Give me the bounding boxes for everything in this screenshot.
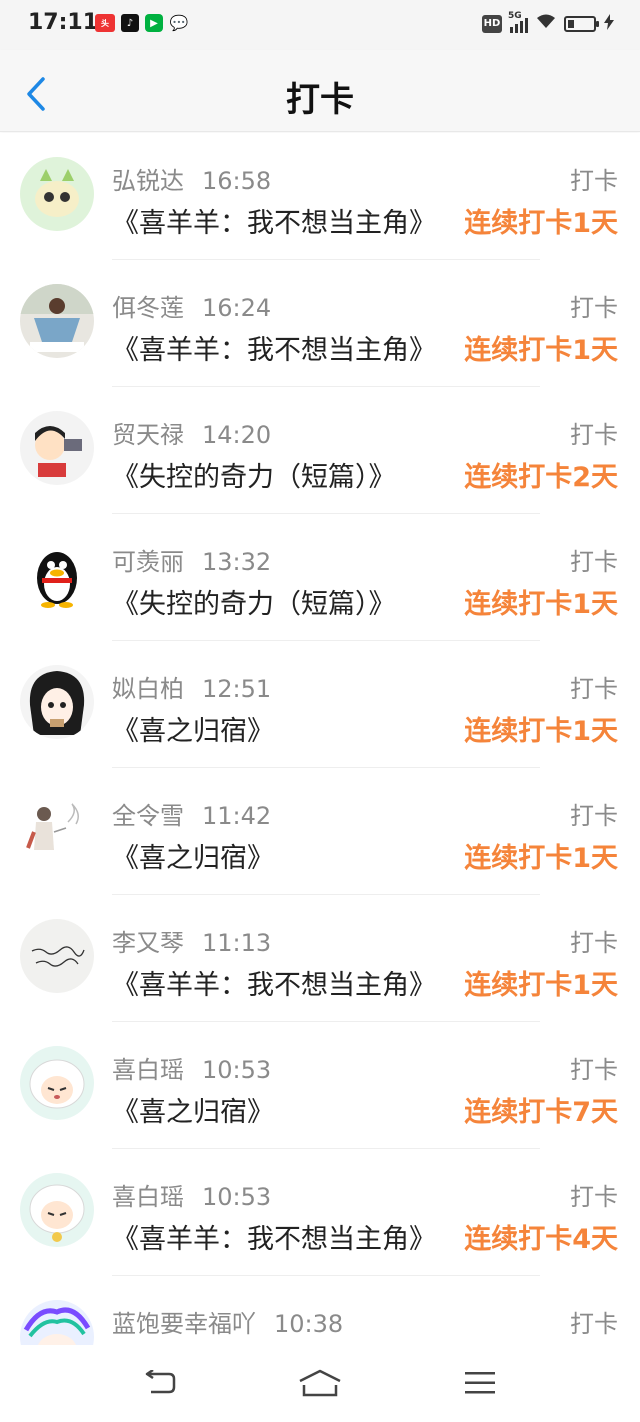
charging-icon	[604, 13, 614, 34]
avatar[interactable]	[20, 284, 94, 358]
wechat-icon: 💬	[169, 14, 189, 32]
feed-item[interactable]: 蓝饱要幸福吖 10:38 打卡	[0, 1276, 640, 1345]
checkin-time: 11:13	[202, 929, 272, 957]
checkin-tag: 打卡	[570, 929, 618, 957]
avatar[interactable]	[20, 411, 94, 485]
checkin-tag: 打卡	[570, 675, 618, 703]
feed-item[interactable]: 可羡丽 13:32 打卡 《失控的奇力（短篇）》 连续打卡1天	[0, 514, 640, 641]
checkin-time: 14:20	[202, 421, 272, 449]
user-name[interactable]: 弘锐达	[112, 167, 184, 195]
status-bar: 17:11 头 ♪ ▶ 💬 HD 5G	[0, 0, 640, 50]
user-name[interactable]: 姒白柏	[112, 675, 184, 703]
feed-item[interactable]: 李又琴 11:13 打卡 《喜羊羊：我不想当主角》 连续打卡1天	[0, 895, 640, 1022]
book-title[interactable]: 《喜之归宿》	[112, 836, 452, 875]
menu-nav-icon	[465, 1372, 495, 1394]
avatar[interactable]	[20, 157, 94, 231]
avatar[interactable]	[20, 919, 94, 993]
streak-label: 连续打卡2天	[464, 462, 618, 493]
checkin-time: 16:24	[202, 294, 272, 322]
user-name[interactable]: 喜白瑶	[112, 1183, 184, 1211]
streak-label: 连续打卡4天	[464, 1224, 618, 1255]
avatar[interactable]	[20, 538, 94, 612]
feed-item[interactable]: 喜白瑶 10:53 打卡 《喜之归宿》 连续打卡7天	[0, 1022, 640, 1149]
status-time: 17:11	[28, 10, 99, 35]
checkin-tag: 打卡	[570, 548, 618, 576]
book-title[interactable]: 《失控的奇力（短篇）》	[112, 582, 452, 621]
feed-item[interactable]: 喜白瑶 10:53 打卡 《喜羊羊：我不想当主角》 连续打卡4天	[0, 1149, 640, 1276]
book-title[interactable]: 《喜之归宿》	[112, 1090, 452, 1129]
back-nav-icon	[145, 1370, 176, 1394]
streak-label: 连续打卡1天	[464, 843, 618, 874]
checkin-time: 10:38	[274, 1310, 344, 1338]
book-title[interactable]: 《喜羊羊：我不想当主角》	[112, 963, 452, 1002]
checkin-tag: 打卡	[570, 1310, 618, 1338]
user-name[interactable]: 全令雪	[112, 802, 184, 830]
feed-item[interactable]: 佴冬莲 16:24 打卡 《喜羊羊：我不想当主角》 连续打卡1天	[0, 260, 640, 387]
battery-icon	[564, 15, 599, 32]
book-title[interactable]: 《喜羊羊：我不想当主角》	[112, 201, 452, 240]
hd-icon: HD	[482, 14, 502, 33]
checkin-time: 12:51	[202, 675, 272, 703]
checkin-tag: 打卡	[570, 802, 618, 830]
checkin-tag: 打卡	[570, 421, 618, 449]
checkin-time: 10:53	[202, 1056, 272, 1084]
feed-item[interactable]: 全令雪 11:42 打卡 《喜之归宿》 连续打卡1天	[0, 768, 640, 895]
page-title: 打卡	[286, 80, 354, 120]
user-name[interactable]: 李又琴	[112, 929, 184, 957]
streak-label: 连续打卡1天	[464, 970, 618, 1001]
streak-label: 连续打卡1天	[464, 716, 618, 747]
feed-item[interactable]: 贸天禄 14:20 打卡 《失控的奇力（短篇）》 连续打卡2天	[0, 387, 640, 514]
streak-label: 连续打卡1天	[464, 208, 618, 239]
checkin-time: 10:53	[202, 1183, 272, 1211]
checkin-time: 13:32	[202, 548, 272, 576]
book-title[interactable]: 《喜羊羊：我不想当主角》	[112, 1217, 452, 1256]
home-nav-button[interactable]	[290, 1363, 350, 1403]
checkin-time: 11:42	[202, 802, 272, 830]
avatar[interactable]	[20, 792, 94, 866]
home-nav-icon	[299, 1369, 341, 1397]
app-header: 打卡	[0, 50, 640, 132]
checkin-time: 16:58	[202, 167, 272, 195]
back-nav-button[interactable]	[130, 1363, 190, 1403]
checkin-feed[interactable]: 弘锐达 16:58 打卡 《喜羊羊：我不想当主角》 连续打卡1天 佴冬莲 16:24…	[0, 133, 640, 1345]
tiktok-icon: ♪	[121, 14, 139, 32]
system-nav-bar	[0, 1345, 640, 1422]
system-icons: HD 5G	[482, 11, 614, 34]
avatar[interactable]	[20, 1300, 94, 1345]
streak-label: 连续打卡7天	[464, 1097, 618, 1128]
user-name[interactable]: 贸天禄	[112, 421, 184, 449]
streak-label: 连续打卡1天	[464, 589, 618, 620]
avatar[interactable]	[20, 665, 94, 739]
notification-icons: 头 ♪ ▶ 💬	[95, 14, 189, 32]
book-title[interactable]: 《失控的奇力（短篇）》	[112, 455, 452, 494]
user-name[interactable]: 佴冬莲	[112, 294, 184, 322]
streak-label: 连续打卡1天	[464, 335, 618, 366]
checkin-tag: 打卡	[570, 1183, 618, 1211]
signal-icon: 5G	[508, 11, 528, 33]
book-title[interactable]: 《喜羊羊：我不想当主角》	[112, 328, 452, 367]
menu-nav-button[interactable]	[450, 1363, 510, 1403]
toutiao-icon: 头	[95, 14, 115, 32]
feed-item[interactable]: 弘锐达 16:58 打卡 《喜羊羊：我不想当主角》 连续打卡1天	[0, 133, 640, 260]
avatar[interactable]	[20, 1046, 94, 1120]
book-title[interactable]: 《喜之归宿》	[112, 709, 452, 748]
avatar[interactable]	[20, 1173, 94, 1247]
user-name[interactable]: 喜白瑶	[112, 1056, 184, 1084]
iqiyi-icon: ▶	[145, 14, 163, 32]
user-name[interactable]: 可羡丽	[112, 548, 184, 576]
checkin-tag: 打卡	[570, 167, 618, 195]
wifi-icon	[536, 13, 556, 34]
checkin-tag: 打卡	[570, 294, 618, 322]
checkin-tag: 打卡	[570, 1056, 618, 1084]
feed-item[interactable]: 姒白柏 12:51 打卡 《喜之归宿》 连续打卡1天	[0, 641, 640, 768]
user-name[interactable]: 蓝饱要幸福吖	[112, 1310, 256, 1338]
